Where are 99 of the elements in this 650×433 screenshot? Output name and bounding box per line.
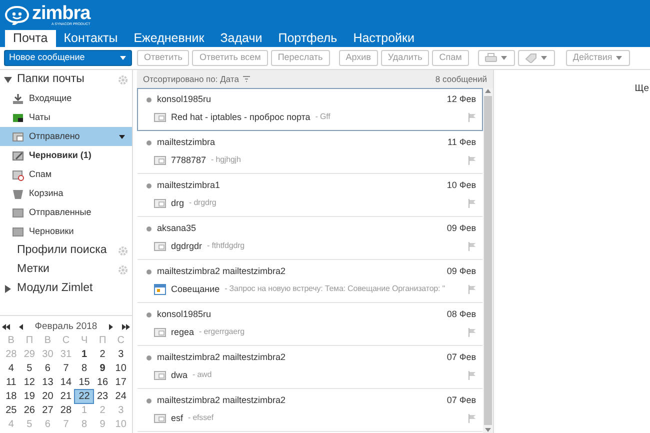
calendar-day[interactable]: 15	[75, 376, 94, 389]
message-fragment: - ergerrgaerg	[199, 326, 244, 338]
calendar-day[interactable]: 8	[75, 362, 94, 375]
new-message-button[interactable]: Новое сообщение	[4, 50, 132, 66]
message-row[interactable]: mailtestzimbra2 mailtestzimbra2 07 Фев esf - efssef	[137, 389, 483, 432]
weekday-label: В	[43, 334, 52, 347]
calendar-day[interactable]: 19	[20, 390, 39, 403]
sender-name: mailtestzimbra1	[157, 179, 220, 192]
calendar-day[interactable]: 9	[93, 362, 112, 375]
message-fragment: - awd	[192, 369, 212, 382]
folder-item[interactable]: Отправленные	[0, 203, 132, 222]
calendar-day[interactable]: 11	[2, 376, 20, 389]
message-subject: dgdrgdr	[171, 240, 202, 253]
calendar-day[interactable]: 20	[38, 390, 57, 403]
sender-name: mailtestzimbra2 mailtestzimbra2	[157, 351, 286, 364]
message-row[interactable]: mailtestzimbra2 mailtestzimbra2 07 Фев dwa - awd	[137, 346, 483, 389]
calendar-day[interactable]: 13	[38, 376, 57, 389]
message-subject: dwa	[171, 368, 188, 382]
calendar-day[interactable]: 16	[93, 376, 112, 389]
message-date: 09 Фев	[446, 222, 476, 235]
folder-item[interactable]: Входящие	[0, 89, 132, 108]
app-tab[interactable]: Почта	[5, 30, 56, 47]
message-date: 07 Фев	[446, 394, 476, 407]
calendar-day[interactable]: 1	[75, 348, 94, 361]
message-fragment: - Gff	[315, 111, 330, 124]
message-row[interactable]: mailtestzimbra1 10 Фев drg - drgdrg	[137, 174, 483, 217]
folder-item[interactable]: Чаты	[0, 108, 132, 127]
calendar-day[interactable]: 26	[20, 404, 39, 417]
message-subject: regea	[171, 326, 194, 339]
calendar-day[interactable]: 17	[112, 376, 130, 389]
message-date: 09 Фев	[446, 265, 476, 278]
message-fragment: - fthtfdgdrg	[207, 240, 245, 252]
sort-label[interactable]: Отсортировано по: Дата	[143, 72, 239, 86]
message-fragment: - drgdrg	[189, 197, 216, 210]
message-date: 10 Фев	[446, 179, 476, 192]
calendar-day[interactable]: 25	[2, 404, 20, 417]
calendar-day[interactable]: 23	[93, 390, 112, 403]
section-heading[interactable]: Папки почты	[17, 70, 84, 88]
app-tab[interactable]: Настройки	[345, 30, 422, 47]
calendar-day[interactable]: 12	[20, 376, 39, 389]
calendar-day[interactable]: 24	[112, 390, 130, 403]
weekday-label: П	[24, 334, 34, 347]
section-heading[interactable]: Метки	[17, 260, 50, 278]
folder-item[interactable]: Отправлено	[0, 127, 132, 146]
message-date: 11 Фев	[448, 136, 476, 149]
message-fragment: - efssef	[188, 412, 214, 424]
calendar-day[interactable]: 10	[112, 362, 130, 375]
calendar-day[interactable]: 18	[2, 390, 20, 403]
message-subject: drg	[171, 196, 184, 210]
message-subject: 7788787	[171, 154, 206, 166]
sender-name: mailtestzimbra2 mailtestzimbra2	[157, 265, 286, 278]
folder-item[interactable]: Черновики	[0, 222, 132, 241]
message-fragment: - Запрос на новую встречу: Тема: Совещание Организатор: "	[224, 283, 446, 296]
message-count: 8 сообщений	[435, 72, 487, 86]
calendar-day[interactable]: 27	[38, 404, 57, 417]
sender-name: konsol1985ru	[157, 93, 212, 106]
sender-name: mailtestzimbra2 mailtestzimbra2	[157, 394, 286, 407]
message-subject: Red hat - iptables - проброс порта	[171, 110, 310, 124]
calendar-day[interactable]: 22	[75, 390, 94, 403]
calendar-title: Февраль 2018	[34, 320, 98, 334]
message-fragment: - hgjhgjh	[211, 154, 241, 166]
folder-item[interactable]: Черновики (1)	[0, 146, 132, 165]
sender-name: aksana35	[157, 222, 196, 235]
message-row[interactable]: konsol1985ru 08 Фев regea - ergerrgaerg	[137, 303, 483, 346]
logo-text: zimbra	[32, 4, 90, 23]
reading-pane-text: Ще	[634, 82, 649, 96]
calendar-day[interactable]: 21	[56, 390, 76, 403]
app-tab[interactable]: Задачи	[212, 30, 270, 47]
weekday-label: В	[6, 334, 16, 347]
weekday-label: С	[116, 334, 126, 347]
app-tab[interactable]: Ежедневник	[126, 30, 212, 47]
sender-name: mailtestzimbra	[157, 136, 216, 149]
calendar-day[interactable]: 5	[20, 362, 39, 375]
section-heading[interactable]: Модули Zimlet	[17, 280, 93, 298]
message-row[interactable]: mailtestzimbra2 mailtestzimbra2 09 Фев Совещание - Запрос на новую встречу: Тема: Совещание Организатор: "	[137, 260, 483, 303]
app-tab[interactable]: Контакты	[56, 30, 126, 47]
calendar-day[interactable]: 14	[56, 376, 76, 389]
message-row[interactable]: aksana35 09 Фев dgdrgdr - fthtfdgdrg	[137, 217, 483, 260]
calendar-day[interactable]: 3	[112, 348, 130, 361]
message-subject: esf	[171, 412, 184, 424]
folder-item[interactable]: Корзина	[0, 184, 132, 203]
message-row[interactable]: konsol1985ru 12 Фев Red hat - iptables - проброс порта - Gff	[137, 88, 483, 131]
message-date: 08 Фев	[446, 308, 476, 321]
message-row[interactable]: mailtestzimbra 11 Фев 7788787 - hgjhgjh	[137, 131, 483, 174]
folder-item[interactable]: Спам	[0, 165, 132, 184]
weekday-label: П	[98, 334, 108, 347]
calendar-day[interactable]: 4	[2, 362, 20, 375]
section-heading[interactable]: Профили поиска	[17, 242, 107, 260]
calendar-day[interactable]: 7	[56, 362, 76, 375]
message-date: 07 Фев	[446, 351, 476, 364]
sender-name: konsol1985ru	[157, 308, 212, 321]
calendar-day[interactable]: 6	[38, 362, 57, 375]
app-tab[interactable]: Портфель	[270, 30, 346, 47]
calendar-day[interactable]: 2	[93, 348, 112, 361]
calendar-day[interactable]: 28	[56, 404, 76, 417]
message-subject: Совещание	[171, 282, 220, 296]
weekday-label: Ч	[80, 334, 89, 347]
weekday-label: С	[61, 334, 71, 347]
message-date: 12 Фев	[446, 93, 476, 106]
